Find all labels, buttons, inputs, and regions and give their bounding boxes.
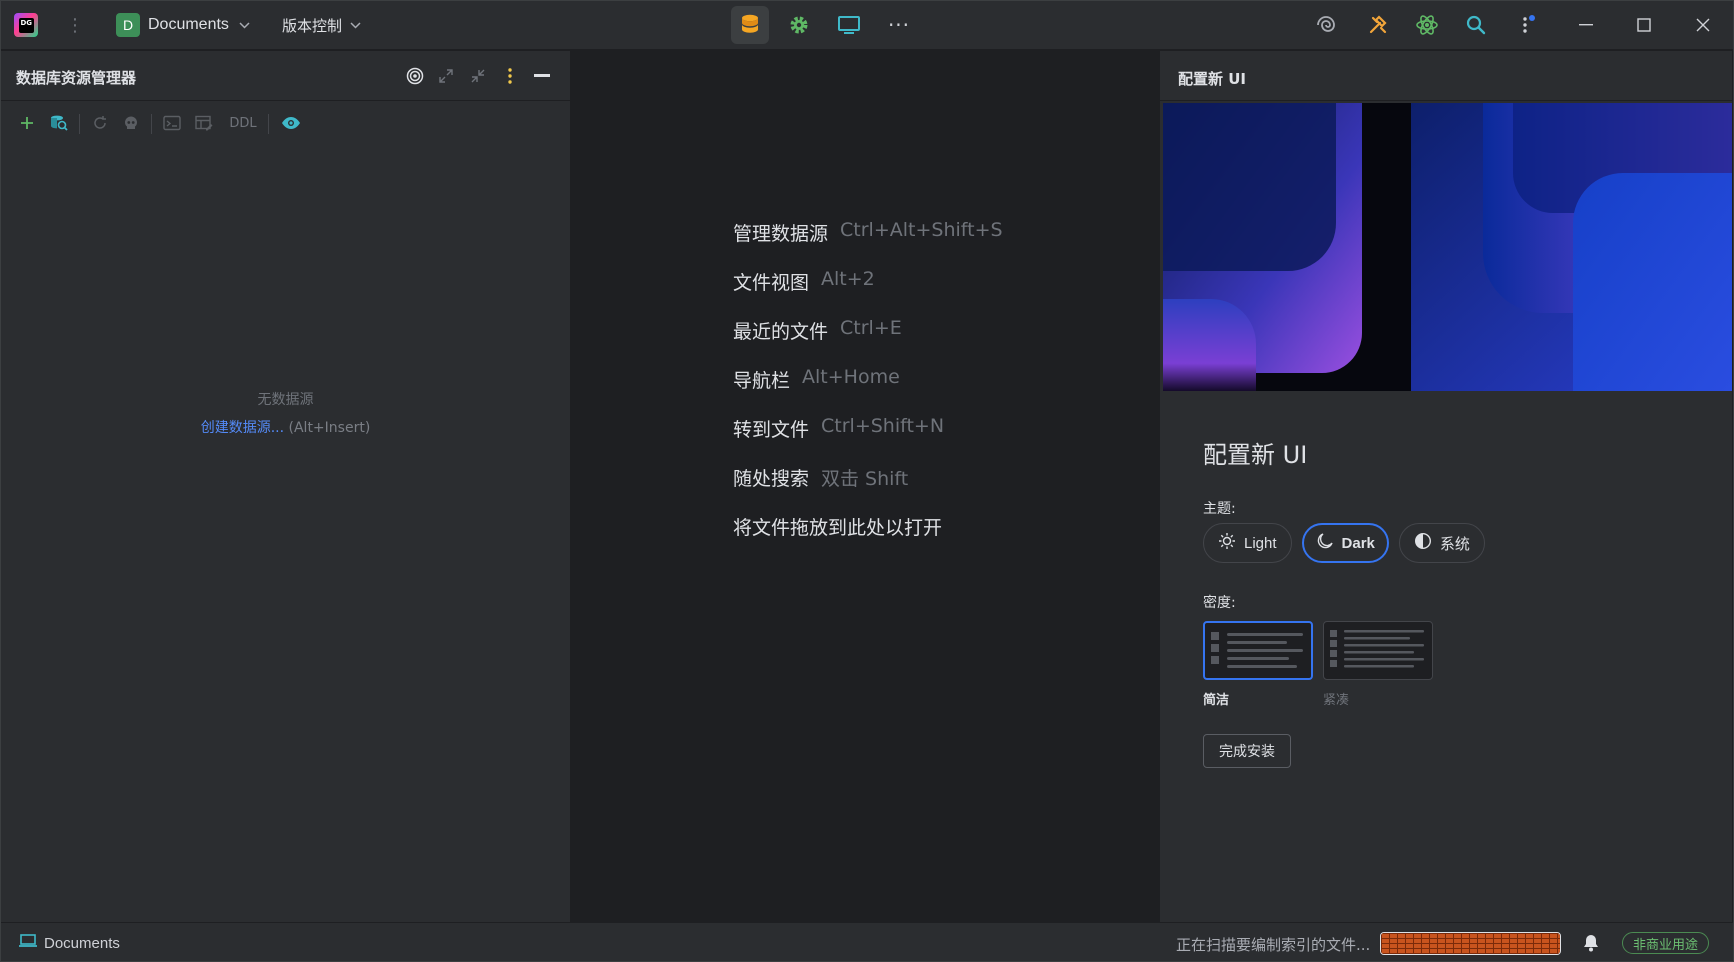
indexing-status-text: 正在扫描要编制索引的文件...	[1176, 936, 1371, 954]
maximize-icon[interactable]	[1615, 0, 1673, 50]
density-label: 密度:	[1203, 595, 1236, 611]
refresh-icon[interactable]	[89, 112, 111, 134]
hint-row: 文件视图 Alt+2	[733, 268, 1003, 317]
panel-title: 配置新 UI	[1178, 70, 1246, 88]
hint-shortcut: Alt+2	[821, 268, 875, 290]
hint-label: 最近的文件	[733, 321, 829, 343]
hint-row: 管理数据源 Ctrl+Alt+Shift+S	[733, 219, 1003, 268]
hint-label: 随处搜索	[733, 468, 810, 490]
status-project-name: Documents	[44, 934, 120, 952]
theme-light-label: Light	[1244, 534, 1277, 552]
hint-row: 导航栏 Alt+Home	[733, 366, 1003, 415]
density-compact-option[interactable]	[1323, 621, 1433, 680]
close-icon[interactable]	[1674, 0, 1732, 50]
notifications-bell-icon[interactable]	[1582, 933, 1604, 955]
theme-system-button[interactable]: 系统	[1398, 523, 1485, 563]
project-badge: D	[116, 13, 140, 37]
theme-system-label: 系统	[1439, 535, 1470, 553]
hero-illustration	[1163, 103, 1732, 391]
panel-title: 数据库资源管理器	[16, 69, 137, 87]
hint-label: 将文件拖放到此处以打开	[733, 517, 943, 539]
shortcut-hint-list: 管理数据源 Ctrl+Alt+Shift+S 文件视图 Alt+2 最近的文件 Ctr…	[733, 219, 1003, 562]
table-edit-icon[interactable]	[193, 112, 215, 134]
skull-icon[interactable]	[120, 112, 142, 134]
density-clean-option[interactable]	[1203, 621, 1313, 680]
panel-toolbar: DDL	[0, 102, 571, 144]
eye-icon[interactable]	[279, 112, 303, 134]
more-tools-icon[interactable]: ···	[880, 6, 918, 44]
setup-heading: 配置新 UI	[1203, 441, 1308, 469]
panel-header: 数据库资源管理器	[0, 51, 571, 101]
hammer-icon[interactable]	[1362, 9, 1394, 41]
theme-label: 主题:	[1203, 501, 1236, 517]
density-clean-label: 简洁	[1203, 693, 1230, 708]
project-selector[interactable]: D Documents	[110, 10, 258, 40]
minimize-icon[interactable]	[1557, 0, 1615, 50]
contrast-icon	[1414, 532, 1432, 554]
panel-header: 配置新 UI	[1160, 51, 1732, 101]
options-menu-icon[interactable]	[498, 64, 522, 88]
moon-icon	[1316, 532, 1334, 554]
hint-row: 将文件拖放到此处以打开	[733, 513, 1003, 562]
density-selector	[1203, 621, 1433, 680]
hint-shortcut: Ctrl+Alt+Shift+S	[840, 219, 1003, 241]
vcs-label: 版本控制	[282, 16, 343, 35]
hint-label: 转到文件	[733, 419, 810, 441]
hint-label: 导航栏	[733, 370, 791, 392]
theme-dark-label: Dark	[1341, 534, 1375, 552]
chevron-down-icon	[239, 18, 250, 32]
sun-icon	[1218, 532, 1236, 554]
empty-state-action: 创建数据源... (Alt+Insert)	[0, 417, 571, 437]
hint-shortcut: Ctrl+E	[840, 317, 902, 339]
status-project[interactable]: Documents	[18, 933, 120, 953]
search-icon[interactable]	[1460, 9, 1492, 41]
theme-selector: Light Dark 系统	[1203, 523, 1485, 563]
hint-row: 转到文件 Ctrl+Shift+N	[733, 415, 1003, 464]
vcs-menu[interactable]: 版本控制	[282, 10, 361, 40]
hint-label: 管理数据源	[733, 223, 829, 245]
database-explorer-panel: 数据库资源管理器 DDL 无数据源 创建数据源... (Alt+Insert)	[0, 51, 571, 922]
editor-empty-area: 管理数据源 Ctrl+Alt+Shift+S 文件视图 Alt+2 最近的文件 Ctr…	[572, 51, 1160, 922]
main-menu-icon[interactable]: ⋮	[64, 13, 86, 37]
monitor-icon[interactable]	[830, 6, 868, 44]
density-compact-label: 紧凑	[1323, 693, 1350, 708]
hint-shortcut: 双击 Shift	[821, 468, 909, 490]
empty-state-text: 无数据源	[257, 392, 314, 408]
project-name: Documents	[148, 16, 229, 33]
settings-menu-icon[interactable]	[1512, 9, 1544, 41]
finish-setup-button[interactable]: 完成安装	[1203, 734, 1291, 768]
add-icon[interactable]	[16, 112, 38, 134]
ide-window: DG ⋮ D Documents 版本控制 ··· 数据库资源管理器 DDL 无…	[0, 0, 1734, 962]
app-logo-icon[interactable]: DG	[14, 13, 38, 37]
new-ui-setup-panel: 配置新 UI 配置新 UI 主题: Light Dark 系统 密度: 简洁 紧…	[1160, 51, 1732, 922]
console-icon[interactable]	[161, 112, 183, 134]
gear-icon[interactable]	[780, 6, 818, 44]
spiral-icon[interactable]	[1312, 9, 1344, 41]
hint-row: 随处搜索 双击 Shift	[733, 464, 1003, 513]
collapse-icon[interactable]	[466, 64, 490, 88]
atom-icon[interactable]	[1411, 9, 1443, 41]
progress-fill	[1381, 933, 1560, 954]
laptop-icon	[18, 933, 38, 953]
expand-icon[interactable]	[434, 64, 458, 88]
license-badge[interactable]: 非商业用途	[1622, 932, 1710, 954]
hint-shortcut: Alt+Home	[802, 366, 900, 388]
indexing-progress-bar[interactable]	[1380, 932, 1561, 955]
database-tool-icon[interactable]	[731, 6, 769, 44]
hint-shortcut: Ctrl+Shift+N	[821, 415, 945, 437]
chevron-down-icon	[350, 18, 361, 32]
theme-light-button[interactable]: Light	[1203, 523, 1292, 563]
create-data-source-link[interactable]: 创建数据源...	[201, 420, 284, 436]
hide-panel-icon[interactable]	[530, 64, 554, 88]
hint-row: 最近的文件 Ctrl+E	[733, 317, 1003, 366]
status-bar: Documents 正在扫描要编制索引的文件... 非商业用途	[0, 922, 1734, 962]
hint-label: 文件视图	[733, 272, 810, 294]
ddl-button[interactable]: DDL	[226, 112, 260, 134]
theme-dark-button[interactable]: Dark	[1301, 523, 1389, 563]
data-source-properties-icon[interactable]	[48, 112, 70, 134]
create-data-source-shortcut: (Alt+Insert)	[284, 420, 371, 436]
target-icon[interactable]	[403, 64, 427, 88]
title-bar: DG ⋮ D Documents 版本控制 ···	[0, 0, 1734, 50]
